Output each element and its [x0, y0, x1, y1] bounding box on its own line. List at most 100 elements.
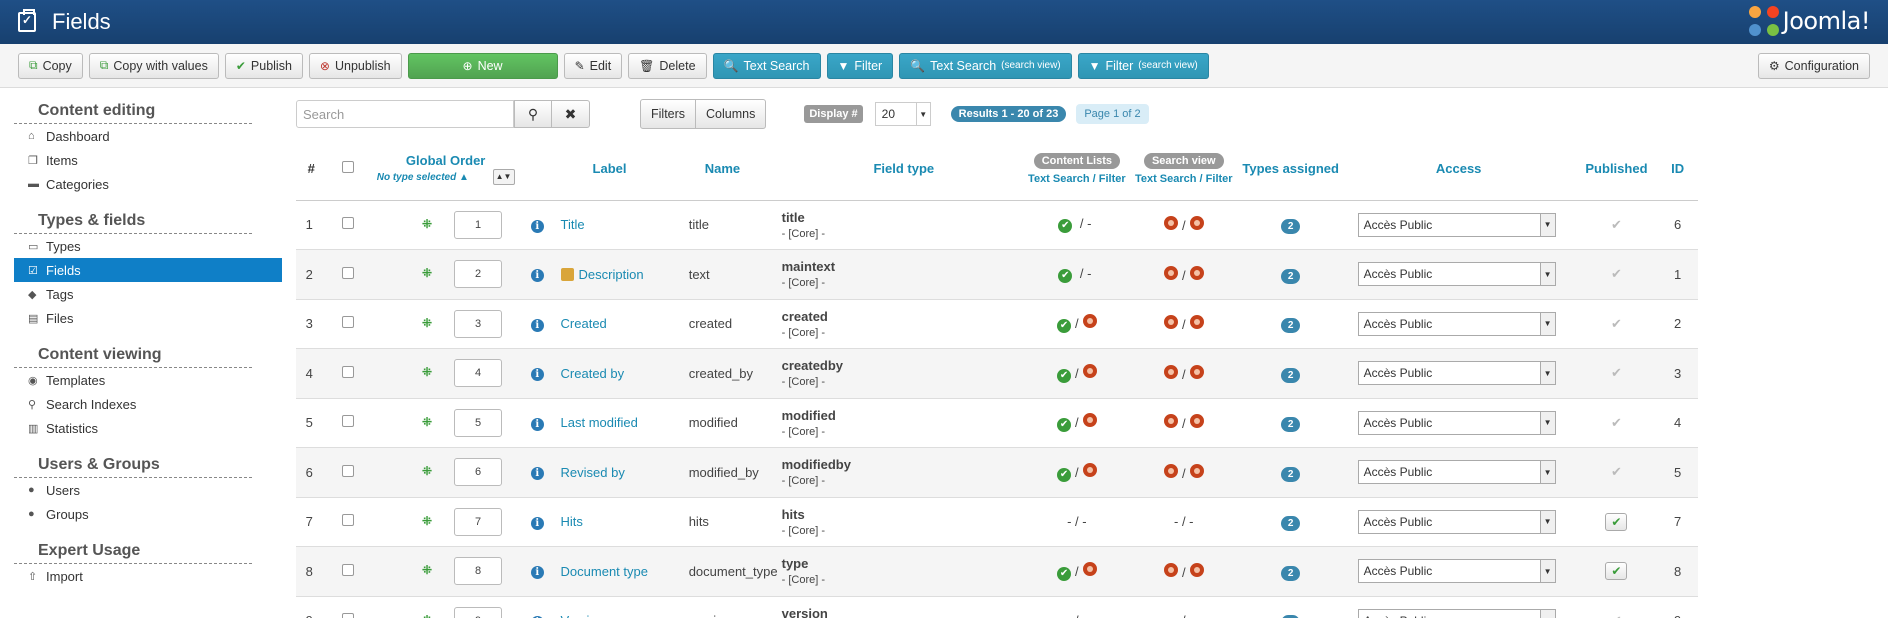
field-label-link[interactable]: Version: [561, 613, 604, 618]
published-toggle[interactable]: ✔: [1611, 613, 1622, 618]
sidebar-item-import[interactable]: ⇧ Import: [14, 564, 282, 588]
cancel-circle-icon[interactable]: [1082, 413, 1097, 428]
order-input[interactable]: 7: [454, 507, 502, 536]
drag-handle-icon[interactable]: ⁜: [422, 266, 432, 280]
col-id[interactable]: ID: [1657, 138, 1698, 201]
order-input[interactable]: 4: [454, 359, 502, 388]
sidebar-item-categories[interactable]: ▬ Categories: [14, 172, 282, 196]
unpublish-button[interactable]: ⊗ Unpublish: [308, 52, 402, 79]
row-checkbox[interactable]: [341, 365, 354, 378]
types-assigned-badge[interactable]: 2: [1280, 318, 1301, 334]
cancel-circle-icon[interactable]: [1189, 562, 1204, 577]
drag-handle-icon[interactable]: ⁜: [422, 464, 432, 478]
sidebar-item-search-indexes[interactable]: ⚲ Search Indexes: [14, 392, 282, 416]
drag-handle-icon[interactable]: ⁜: [422, 316, 432, 330]
sort-order-button[interactable]: ▲▼: [492, 168, 515, 185]
order-input[interactable]: 6: [454, 458, 502, 487]
field-label-link[interactable]: Document type: [561, 564, 648, 579]
lock-icon[interactable]: [560, 267, 574, 281]
types-assigned-badge[interactable]: 2: [1280, 466, 1301, 482]
types-assigned-badge[interactable]: 2: [1280, 516, 1301, 532]
cancel-circle-icon[interactable]: [1163, 463, 1178, 478]
field-label-link[interactable]: Revised by: [561, 465, 625, 480]
col-field-type[interactable]: Field type: [781, 138, 1026, 201]
check-circle-icon[interactable]: ✔: [1057, 418, 1072, 433]
check-circle-icon[interactable]: ✔: [1057, 368, 1072, 383]
field-label-link[interactable]: Last modified: [561, 415, 638, 430]
published-toggle[interactable]: ✔: [1611, 316, 1622, 331]
cancel-circle-icon[interactable]: [1163, 265, 1178, 280]
field-label-link[interactable]: Hits: [561, 514, 583, 529]
order-input[interactable]: 3: [454, 309, 502, 338]
field-label-link[interactable]: Title: [561, 217, 585, 232]
published-toggle[interactable]: ✔: [1611, 217, 1622, 232]
access-select[interactable]: Accès Public ▼: [1357, 311, 1556, 336]
cancel-circle-icon[interactable]: [1082, 363, 1097, 378]
display-select[interactable]: 20 ▼: [874, 102, 931, 126]
drag-handle-icon[interactable]: ⁜: [422, 563, 432, 577]
drag-handle-icon[interactable]: ⁜: [422, 415, 432, 429]
col-published[interactable]: Published: [1575, 138, 1658, 201]
copy-button[interactable]: ⧉ Copy: [18, 52, 83, 79]
field-label-link[interactable]: Created by: [561, 366, 625, 381]
sidebar-item-statistics[interactable]: ▥ Statistics: [14, 416, 282, 440]
sidebar-item-types[interactable]: ▭ Types: [14, 234, 282, 258]
col-name[interactable]: Name: [674, 138, 782, 201]
check-all-checkbox[interactable]: [341, 161, 354, 174]
info-icon[interactable]: i: [530, 467, 544, 481]
row-checkbox[interactable]: [341, 514, 354, 527]
cancel-circle-icon[interactable]: [1189, 364, 1204, 379]
published-toggle[interactable]: ✔: [1605, 512, 1628, 531]
cancel-circle-icon[interactable]: [1189, 414, 1204, 429]
sidebar-item-dashboard[interactable]: ⌂ Dashboard: [14, 124, 282, 148]
access-select[interactable]: Accès Public ▼: [1357, 262, 1556, 287]
sidebar-item-tags[interactable]: ◆ Tags: [14, 282, 282, 306]
check-circle-icon[interactable]: ✔: [1057, 319, 1072, 334]
cancel-circle-icon[interactable]: [1189, 315, 1204, 330]
published-toggle[interactable]: ✔: [1611, 415, 1622, 430]
row-checkbox[interactable]: [341, 563, 354, 576]
search-view-text-search-filter[interactable]: Text Search / Filter: [1128, 173, 1240, 185]
filter-sv-button[interactable]: ▼ Filter (search view): [1077, 52, 1209, 79]
row-checkbox[interactable]: [341, 464, 354, 477]
row-checkbox[interactable]: [341, 613, 354, 618]
info-icon[interactable]: i: [530, 516, 544, 530]
drag-handle-icon[interactable]: ⁜: [422, 514, 432, 528]
sidebar-item-items[interactable]: ❐ Items: [14, 148, 282, 172]
filter-button[interactable]: ▼ Filter: [826, 52, 894, 79]
sidebar-item-groups[interactable]: ● Groups: [14, 502, 282, 526]
field-label-link[interactable]: Description: [579, 267, 644, 282]
sidebar-item-fields[interactable]: ☑ Fields: [14, 258, 282, 282]
cancel-circle-icon[interactable]: [1163, 364, 1178, 379]
info-icon[interactable]: i: [530, 318, 544, 332]
text-search-sv-button[interactable]: 🔍 Text Search (search view): [899, 52, 1072, 79]
order-input[interactable]: 1: [454, 210, 502, 239]
global-order-header[interactable]: Global Order: [406, 153, 485, 168]
published-toggle[interactable]: ✔: [1611, 365, 1622, 380]
content-lists-text-search-filter[interactable]: Text Search / Filter: [1026, 173, 1128, 185]
row-checkbox[interactable]: [341, 217, 354, 230]
published-toggle[interactable]: ✔: [1611, 266, 1622, 281]
published-toggle[interactable]: ✔: [1605, 562, 1628, 581]
new-button[interactable]: ⊕ New: [407, 52, 558, 79]
publish-button[interactable]: ✔ Publish: [224, 52, 303, 79]
cancel-circle-icon[interactable]: [1082, 561, 1097, 576]
col-label[interactable]: Label: [552, 138, 675, 201]
cancel-circle-icon[interactable]: [1082, 314, 1097, 329]
copy-with-values-button[interactable]: ⧉ Copy with values: [88, 52, 219, 79]
types-assigned-badge[interactable]: 2: [1280, 367, 1301, 383]
clear-search-button[interactable]: ✖: [552, 100, 590, 128]
types-assigned-badge[interactable]: 2: [1280, 219, 1301, 235]
edit-button[interactable]: ✎ Edit: [563, 52, 623, 79]
order-input[interactable]: 2: [454, 260, 502, 289]
cancel-circle-icon[interactable]: [1189, 463, 1204, 478]
cancel-circle-icon[interactable]: [1189, 265, 1204, 280]
access-select[interactable]: Accès Public ▼: [1357, 608, 1556, 618]
delete-button[interactable]: 🗑 Delete: [628, 52, 707, 79]
check-circle-icon[interactable]: ✔: [1057, 467, 1072, 482]
drag-handle-icon[interactable]: ⁜: [422, 217, 432, 231]
access-select[interactable]: Accès Public ▼: [1357, 410, 1556, 435]
cancel-circle-icon[interactable]: [1163, 414, 1178, 429]
check-circle-icon[interactable]: ✔: [1058, 219, 1073, 234]
order-input[interactable]: 8: [454, 557, 502, 586]
